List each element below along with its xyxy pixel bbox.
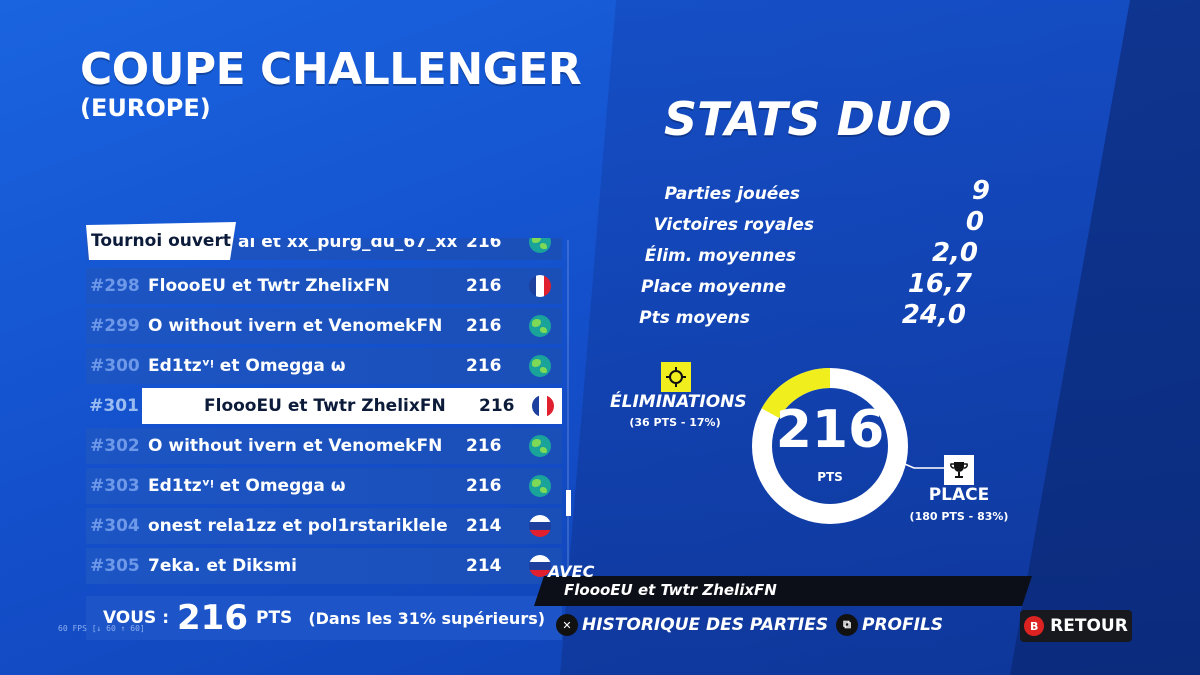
points-total: 216 — [775, 400, 885, 460]
your-score-value: 216 — [177, 598, 248, 638]
globe-icon — [529, 238, 551, 253]
place-breakdown: (180 PTS - 83%) — [909, 510, 1009, 523]
profiles-button[interactable]: ⧉ PROFILS — [836, 614, 943, 636]
player-rank: #302 — [90, 436, 140, 456]
player-rank: #299 — [90, 316, 140, 336]
elim-label: ÉLIMINATIONS — [610, 392, 747, 412]
player-names: FloooEU et Twtr ZhelixFN — [148, 276, 390, 296]
globe-icon — [529, 315, 551, 337]
player-rank: #301 — [89, 396, 139, 416]
stat-label: Pts moyens — [639, 308, 750, 328]
stat-value: 0 — [965, 207, 984, 237]
partner-label: AVEC — [548, 562, 595, 581]
leaderboard-row[interactable]: #299 O without ivern et VenomekFN 216 — [86, 308, 562, 344]
player-rank: #300 — [90, 356, 140, 376]
tab-open-tournament[interactable]: Tournoi ouvert — [86, 222, 236, 260]
b-button-icon: B — [1024, 616, 1045, 636]
player-points: 216 — [478, 396, 515, 416]
player-names: O without ivern et VenomekFN — [148, 436, 443, 456]
x-button-icon: ✕ — [556, 614, 578, 636]
leaderboard-row[interactable]: #305 7eka. et Diksmi 214 — [86, 548, 562, 584]
back-label: RETOUR — [1050, 616, 1128, 636]
player-points: 216 — [466, 436, 502, 456]
trophy-icon — [944, 455, 974, 485]
scrollbar-thumb[interactable] — [566, 490, 571, 516]
player-names: O without ivern et VenomekFN — [148, 316, 443, 336]
crosshair-icon — [661, 362, 691, 392]
region-subtitle: (EUROPE) — [80, 94, 211, 122]
player-names: Ed1tzᵛᵎ et Omegga ω — [148, 476, 346, 496]
player-points: 214 — [466, 516, 502, 536]
player-points: 214 — [466, 556, 502, 576]
place-label: PLACE — [928, 485, 990, 505]
place-connector-line — [900, 461, 946, 469]
your-percentile: (Dans les 31% supérieurs) — [308, 608, 546, 628]
player-names: 7eka. et Diksmi — [148, 556, 297, 576]
leaderboard: al et xx_purg_du_67_xx 216 #298 FloooEU e… — [86, 238, 562, 588]
stat-value: 16,7 — [907, 269, 972, 299]
your-score-unit: PTS — [256, 608, 293, 628]
leaderboard-row-selected[interactable]: #301 FloooEU et Twtr ZhelixFN 216 — [89, 388, 562, 424]
russia-flag-icon — [529, 515, 551, 537]
player-points: 216 — [466, 476, 502, 496]
player-points: 216 — [466, 316, 502, 336]
player-points: 216 — [466, 356, 502, 376]
player-names: onest rela1zz et pol1rstariklele — [148, 516, 448, 536]
leaderboard-row[interactable]: #303 Ed1tzᵛᵎ et Omegga ω 216 — [86, 468, 562, 504]
your-score-bar: VOUS : 216 PTS (Dans les 31% supérieurs) — [86, 596, 562, 640]
partner-name: FloooEU et Twtr ZhelixFN — [564, 581, 777, 599]
globe-icon — [529, 355, 551, 377]
player-rank: #304 — [90, 516, 140, 536]
leaderboard-row[interactable]: #302 O without ivern et VenomekFN 216 — [86, 428, 562, 464]
scrollbar-track — [567, 240, 569, 586]
fps-counter: 60 FPS [↓ 60 ↑ 60] — [58, 624, 145, 633]
profiles-label: PROFILS — [862, 615, 944, 635]
leaderboard-row[interactable]: #298 FloooEU et Twtr ZhelixFN 216 — [86, 268, 562, 304]
france-flag-icon — [531, 395, 554, 417]
player-points: 216 — [466, 276, 502, 296]
page-title: COUPE CHALLENGER — [80, 44, 582, 95]
view-button-icon: ⧉ — [836, 614, 858, 636]
player-names: Ed1tzᵛᵎ et Omegga ω — [148, 356, 346, 376]
leaderboard-row[interactable]: #300 Ed1tzᵛᵎ et Omegga ω 216 — [86, 348, 562, 384]
stat-label: Place moyenne — [640, 277, 786, 297]
player-names: FloooEU et Twtr ZhelixFN — [204, 396, 446, 416]
points-unit: PTS — [817, 470, 843, 484]
leaderboard-row[interactable]: #304 onest rela1zz et pol1rstariklele 214 — [86, 508, 562, 544]
player-points: 216 — [466, 238, 502, 252]
player-rank: #305 — [90, 556, 140, 576]
stat-label: Victoires royales — [653, 215, 814, 235]
globe-icon — [529, 435, 551, 457]
stats-title: STATS DUO — [664, 92, 952, 146]
player-rank: #303 — [90, 476, 140, 496]
elim-breakdown: (36 PTS - 17%) — [629, 416, 721, 429]
stat-label: Parties jouées — [664, 184, 800, 204]
france-flag-icon — [529, 275, 551, 297]
stat-value: 24,0 — [901, 300, 966, 330]
player-rank: #298 — [90, 276, 140, 296]
match-history-button[interactable]: ✕ HISTORIQUE DES PARTIES — [556, 614, 828, 636]
match-history-label: HISTORIQUE DES PARTIES — [582, 615, 829, 635]
stat-value: 2,0 — [931, 238, 978, 268]
stat-label: Élim. moyennes — [644, 246, 796, 266]
globe-icon — [529, 475, 551, 497]
stat-value: 9 — [971, 176, 990, 206]
back-button[interactable]: B RETOUR — [1020, 610, 1132, 642]
